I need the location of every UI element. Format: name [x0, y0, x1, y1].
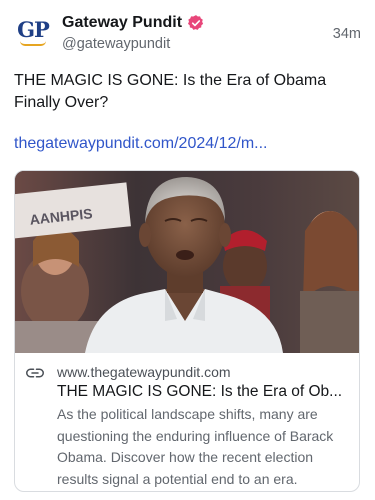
link-icon [26, 368, 44, 378]
display-name[interactable]: Gateway Pundit [62, 14, 182, 32]
avatar-swoosh [20, 41, 46, 46]
card-body[interactable]: www.thegatewaypundit.com THE MAGIC IS GO… [15, 353, 359, 491]
link-preview-card[interactable]: AANHPIS www.thegatewaypundit.com THE MAG… [14, 170, 360, 492]
card-domain: www.thegatewaypundit.com [57, 364, 231, 380]
name-row: Gateway Pundit [62, 12, 205, 34]
handle[interactable]: @gatewaypundit [62, 36, 170, 52]
card-title[interactable]: THE MAGIC IS GONE: Is the Era of Ob... [57, 382, 353, 402]
verified-badge-icon [187, 14, 205, 32]
avatar-logo-text: GP [17, 17, 50, 42]
post-text: THE MAGIC IS GONE: Is the Era of Obama F… [14, 72, 327, 111]
social-post: GP Gateway Pundit @gatewaypundit 34m THE… [0, 0, 375, 500]
avatar[interactable]: GP [14, 16, 52, 56]
post-header: GP Gateway Pundit @gatewaypundit 34m [14, 12, 361, 56]
card-description: As the political landscape shifts, many … [57, 406, 334, 487]
post-link[interactable]: thegatewaypundit.com/2024/12/m... [14, 134, 359, 154]
timestamp[interactable]: 34m [333, 26, 361, 42]
card-image[interactable]: AANHPIS [15, 171, 359, 353]
